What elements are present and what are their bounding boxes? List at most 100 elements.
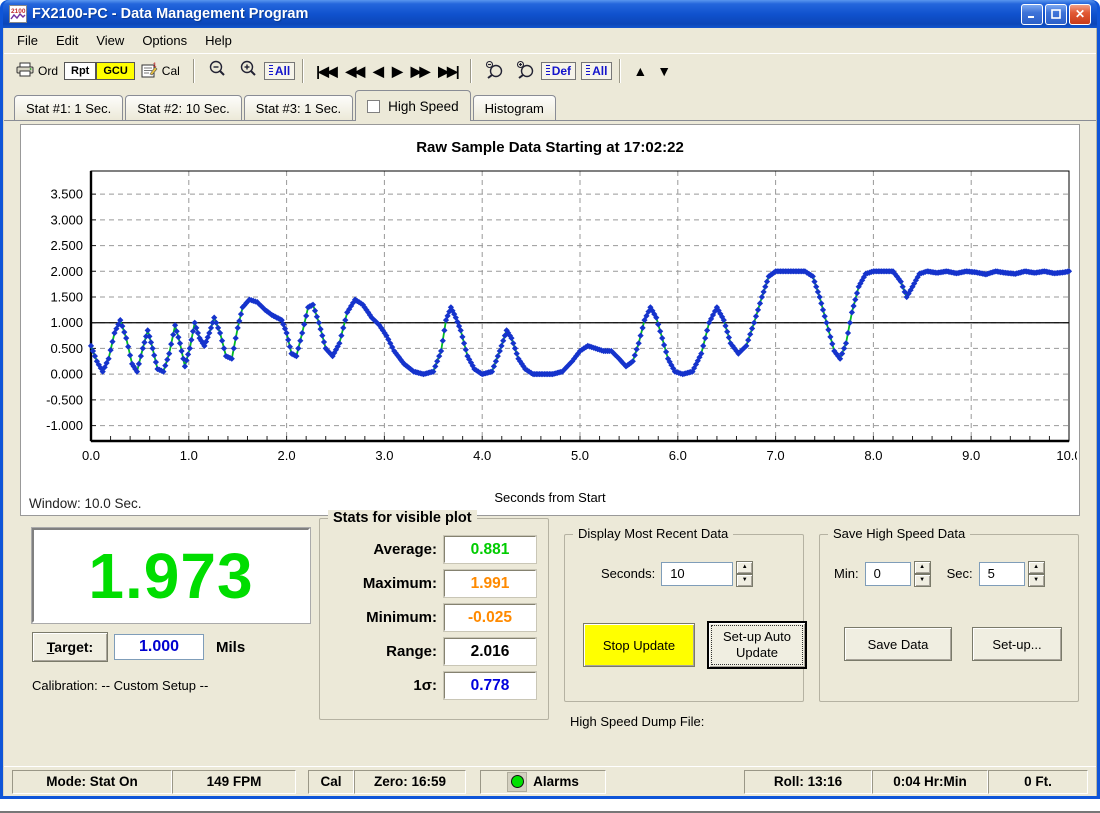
- screen-edge: [0, 799, 1100, 813]
- zoom-all-y-button[interactable]: All: [581, 62, 612, 80]
- tab-stat2[interactable]: Stat #2: 10 Sec.: [125, 95, 242, 120]
- svg-text:7.0: 7.0: [767, 448, 785, 463]
- toolbar-separator: [619, 59, 621, 83]
- footage-status: 0 Ft.: [988, 770, 1088, 794]
- save-data-button[interactable]: Save Data: [844, 627, 952, 661]
- svg-text:0.000: 0.000: [50, 367, 83, 382]
- stripes-icon: [269, 65, 273, 77]
- bottom-panel: 1.973 Target: 1.000 Mils Calibration: --…: [4, 516, 1096, 748]
- sec-stepper[interactable]: ▲ ▼: [1028, 561, 1045, 586]
- stepper-down-icon[interactable]: ▼: [736, 574, 753, 587]
- seconds-stepper[interactable]: ▲ ▼: [736, 561, 753, 586]
- tab-histogram[interactable]: Histogram: [473, 95, 556, 120]
- stepper-down-icon[interactable]: ▼: [914, 574, 931, 587]
- scroll-up-button[interactable]: ▲: [628, 61, 652, 81]
- stat-row-sigma: 1σ: 0.778: [320, 672, 536, 699]
- zoom-in-icon: [239, 60, 258, 82]
- alarm-indicator: [507, 772, 527, 792]
- seconds-input[interactable]: 10: [661, 562, 733, 586]
- sigma-value: 0.778: [444, 672, 536, 699]
- stats-groupbox: Stats for visible plot Average: 0.881 Ma…: [319, 518, 549, 720]
- readout-value: 1.973: [88, 539, 253, 613]
- setup-button[interactable]: Set-up...: [972, 627, 1062, 661]
- tab-bar: Stat #1: 1 Sec. Stat #2: 10 Sec. Stat #3…: [4, 88, 1096, 121]
- zoom-out-x-button[interactable]: [202, 56, 233, 86]
- tab-stat1[interactable]: Stat #1: 1 Sec.: [14, 95, 123, 120]
- svg-text:8.0: 8.0: [864, 448, 882, 463]
- target-input[interactable]: 1.000: [114, 634, 204, 660]
- stat-row-maximum: Maximum: 1.991: [320, 570, 536, 597]
- svg-text:9.0: 9.0: [962, 448, 980, 463]
- menu-file[interactable]: File: [8, 30, 47, 51]
- svg-text:2.000: 2.000: [50, 264, 83, 279]
- svg-text:2.500: 2.500: [50, 238, 83, 253]
- scroll-down-button[interactable]: ▼: [652, 61, 676, 81]
- svg-text:10.0: 10.0: [1056, 448, 1077, 463]
- zoom-in-y-button[interactable]: [510, 56, 541, 86]
- stepper-up-icon[interactable]: ▲: [914, 561, 931, 574]
- stripes-icon: [586, 65, 590, 77]
- dump-file-label: High Speed Dump File:: [570, 714, 704, 729]
- maximum-value: 1.991: [444, 570, 536, 597]
- stats-title: Stats for visible plot: [328, 510, 477, 526]
- svg-text:0.500: 0.500: [50, 341, 83, 356]
- zoom-in-y-icon: [516, 60, 535, 82]
- calibration-label: Calibration: -- Custom Setup --: [32, 678, 208, 693]
- nav-rewind-button[interactable]: ◀◀: [341, 61, 369, 82]
- svg-text:6.0: 6.0: [669, 448, 687, 463]
- tab-stat3[interactable]: Stat #3: 1 Sec.: [244, 95, 353, 120]
- gcu-button[interactable]: GCU: [96, 62, 134, 80]
- save-high-speed-groupbox: Save High Speed Data Min: 0 ▲ ▼ Sec: 5 ▲…: [819, 534, 1079, 702]
- minimum-value: -0.025: [444, 604, 536, 631]
- display-group-title: Display Most Recent Data: [573, 526, 733, 541]
- status-bar: Mode: Stat On 149 FPM Cal Zero: 16:59 Al…: [4, 766, 1096, 796]
- setup-auto-update-button[interactable]: Set-up Auto Update: [707, 621, 807, 669]
- stop-update-button[interactable]: Stop Update: [583, 623, 695, 667]
- menu-help[interactable]: Help: [196, 30, 241, 51]
- alarm-green-dot-icon: [511, 775, 524, 788]
- maximize-button[interactable]: [1045, 4, 1067, 25]
- stepper-up-icon[interactable]: ▲: [1028, 561, 1045, 574]
- stat-row-range: Range: 2.016: [320, 638, 536, 665]
- sec-input[interactable]: 5: [979, 562, 1025, 586]
- stepper-down-icon[interactable]: ▼: [1028, 574, 1045, 587]
- menu-options[interactable]: Options: [133, 30, 196, 51]
- svg-text:3.000: 3.000: [50, 212, 83, 227]
- svg-text:1.000: 1.000: [50, 315, 83, 330]
- svg-text:2100: 2100: [11, 8, 26, 15]
- min-label: Min:: [834, 566, 859, 581]
- min-stepper[interactable]: ▲ ▼: [914, 561, 931, 586]
- svg-text:1.500: 1.500: [50, 290, 83, 305]
- menu-view[interactable]: View: [87, 30, 133, 51]
- zoom-in-x-button[interactable]: [233, 56, 264, 86]
- speed-status: 149 FPM: [172, 770, 296, 794]
- elapsed-time-status: 0:04 Hr:Min: [872, 770, 988, 794]
- tab-high-speed[interactable]: High Speed: [355, 90, 471, 121]
- close-button[interactable]: ✕: [1069, 4, 1091, 25]
- min-input[interactable]: 0: [865, 562, 911, 586]
- nav-forward-button[interactable]: ▶▶: [406, 61, 434, 82]
- units-label: Mils: [216, 639, 245, 656]
- target-button[interactable]: Target:: [32, 632, 108, 662]
- menu-edit[interactable]: Edit: [47, 30, 87, 51]
- zoom-all-x-button[interactable]: All: [264, 62, 295, 80]
- stepper-up-icon[interactable]: ▲: [736, 561, 753, 574]
- nav-first-button[interactable]: |◀◀: [311, 61, 340, 82]
- cal-button[interactable]: 1 Cal: [135, 58, 186, 85]
- average-value: 0.881: [444, 536, 536, 563]
- order-button[interactable]: Ord: [10, 58, 64, 84]
- svg-text:1.0: 1.0: [180, 448, 198, 463]
- nav-last-button[interactable]: ▶▶|: [433, 61, 462, 82]
- range-value: 2.016: [444, 638, 536, 665]
- printer-icon: [16, 62, 34, 80]
- default-scale-button[interactable]: Def: [541, 62, 576, 80]
- zoom-out-y-button[interactable]: [479, 56, 510, 86]
- seconds-label: Seconds:: [601, 566, 655, 581]
- properties-icon: 1: [141, 62, 158, 81]
- window-duration-label: Window: 10.0 Sec.: [29, 496, 142, 511]
- minimize-button[interactable]: [1021, 4, 1043, 25]
- report-button[interactable]: Rpt: [64, 62, 96, 80]
- nav-prev-button[interactable]: ◀: [368, 61, 387, 82]
- svg-text:3.0: 3.0: [375, 448, 393, 463]
- nav-next-button[interactable]: ▶: [387, 61, 406, 82]
